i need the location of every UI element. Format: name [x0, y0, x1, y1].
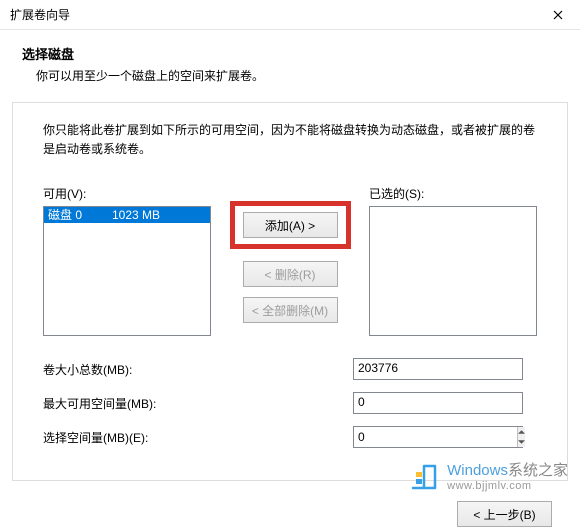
select-space-input[interactable] — [354, 427, 517, 447]
spinner-up-button[interactable] — [518, 427, 525, 437]
chevron-up-icon — [518, 430, 525, 434]
select-space-row: 选择空间量(MB)(E): — [43, 426, 537, 448]
header-title: 选择磁盘 — [22, 44, 558, 63]
remove-all-button[interactable]: < 全部删除(M) — [243, 297, 338, 323]
spinner-buttons — [517, 427, 525, 447]
list-item-disk: 磁盘 0 — [44, 207, 112, 223]
description-text: 你只能将此卷扩展到如下所示的可用空间，因为不能将磁盘转换为动态磁盘，或者被扩展的… — [43, 121, 537, 159]
selected-column: 已选的(S): — [369, 185, 537, 336]
window-title: 扩展卷向导 — [0, 6, 535, 23]
available-listbox[interactable]: 磁盘 0 1023 MB — [43, 206, 211, 336]
available-label: 可用(V): — [43, 185, 211, 202]
total-size-row: 卷大小总数(MB): 203776 — [43, 358, 537, 380]
selected-label: 已选的(S): — [369, 185, 537, 202]
total-size-value: 203776 — [353, 358, 523, 380]
list-item-size: 1023 MB — [112, 207, 160, 223]
total-size-label: 卷大小总数(MB): — [43, 361, 353, 378]
titlebar: 扩展卷向导 — [0, 0, 580, 30]
max-space-value: 0 — [353, 392, 523, 414]
add-button[interactable]: 添加(A) > — [243, 212, 338, 238]
transfer-buttons: 添加(A) > < 删除(R) < 全部删除(M) — [211, 185, 369, 323]
select-space-spinner — [353, 426, 523, 448]
max-space-label: 最大可用空间量(MB): — [43, 395, 353, 412]
spinner-down-button[interactable] — [518, 437, 525, 447]
select-space-label: 选择空间量(MB)(E): — [43, 429, 353, 446]
form-section: 卷大小总数(MB): 203776 最大可用空间量(MB): 0 选择空间量(M… — [43, 358, 537, 448]
highlight-box: 添加(A) > — [230, 201, 351, 249]
list-item[interactable]: 磁盘 0 1023 MB — [44, 207, 210, 223]
wizard-header: 选择磁盘 你可以用至少一个磁盘上的空间来扩展卷。 — [0, 30, 580, 102]
max-space-row: 最大可用空间量(MB): 0 — [43, 392, 537, 414]
selected-listbox[interactable] — [369, 206, 537, 336]
content-panel: 你只能将此卷扩展到如下所示的可用空间，因为不能将磁盘转换为动态磁盘，或者被扩展的… — [12, 102, 568, 481]
footer: < 上一步(B) — [0, 481, 580, 527]
remove-button[interactable]: < 删除(R) — [243, 261, 338, 287]
available-column: 可用(V): 磁盘 0 1023 MB — [43, 185, 211, 336]
disk-lists-row: 可用(V): 磁盘 0 1023 MB 添加(A) > < 删除(R) < 全部… — [43, 185, 537, 336]
chevron-down-icon — [518, 440, 525, 444]
header-subtitle: 你可以用至少一个磁盘上的空间来扩展卷。 — [22, 67, 558, 84]
close-icon — [553, 10, 563, 20]
close-button[interactable] — [535, 0, 580, 30]
back-button[interactable]: < 上一步(B) — [457, 501, 552, 527]
